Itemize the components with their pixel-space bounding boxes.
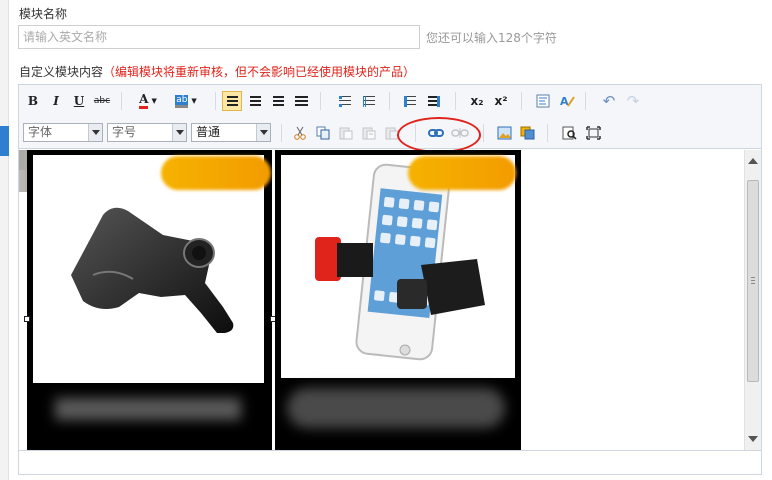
scroll-up-arrow-icon[interactable]	[748, 158, 758, 164]
indent-button[interactable]	[424, 91, 444, 111]
toolbar-separator	[320, 92, 321, 110]
font-size-select-value: 字号	[112, 125, 137, 139]
paste-icon	[339, 127, 353, 140]
numbered-list-icon	[363, 95, 375, 107]
font-family-select-value: 字体	[28, 125, 53, 139]
price-tag-badge	[408, 156, 516, 190]
outdent-button[interactable]	[400, 91, 420, 111]
scroll-down-arrow-icon[interactable]	[748, 436, 758, 442]
copy-button[interactable]	[313, 123, 333, 143]
toolbar-separator	[521, 92, 522, 110]
fullscreen-icon	[585, 126, 601, 140]
toolbar-separator	[455, 92, 456, 110]
bold-button[interactable]: B	[23, 91, 43, 111]
italic-button[interactable]: I	[46, 91, 66, 111]
toolbar-separator	[585, 92, 586, 110]
fullscreen-button[interactable]	[583, 123, 603, 143]
font-color-button[interactable]: A ▼	[132, 91, 164, 111]
review-warning: （编辑模块将重新审核，但不会影响已经使用模块的产品）	[103, 65, 416, 79]
editor-content-area[interactable]	[19, 150, 744, 450]
preview-icon	[562, 126, 577, 140]
chevron-down-icon	[88, 124, 102, 141]
left-panel-strip	[0, 0, 9, 480]
toolbar-separator	[281, 124, 282, 142]
font-family-select[interactable]: 字体	[23, 123, 103, 142]
editor-toolbar: B I U abc A ▼ ab ▼ x₂ x² A ↶ ↷ 字体 字号 普通	[19, 85, 761, 153]
highlight-color-button[interactable]: ab ▼	[170, 91, 202, 111]
font-color-icon: A	[139, 93, 149, 109]
clear-format-button[interactable]: A	[557, 91, 577, 111]
insert-gallery-button[interactable]	[517, 123, 537, 143]
gallery-icon	[520, 126, 534, 140]
custom-content-title: 自定义模块内容	[19, 65, 104, 79]
document-edit-icon	[536, 94, 550, 108]
paste-button[interactable]	[336, 123, 356, 143]
module-name-input[interactable]	[18, 25, 420, 49]
vertical-scrollbar[interactable]	[744, 150, 761, 450]
align-right-icon	[272, 95, 284, 107]
scroll-grip-icon	[751, 277, 755, 285]
rich-text-editor: B I U abc A ▼ ab ▼ x₂ x² A ↶ ↷ 字体 字号 普通	[18, 84, 762, 475]
align-center-icon	[249, 95, 261, 107]
align-left-icon	[226, 95, 238, 107]
scissors-icon	[294, 126, 306, 140]
blurred-product-title	[55, 398, 241, 420]
align-left-button[interactable]	[222, 91, 242, 111]
superscript-button[interactable]: x²	[491, 91, 511, 111]
editor-status-bar	[19, 450, 761, 474]
underline-button[interactable]: U	[69, 91, 89, 111]
svg-text:A: A	[560, 95, 569, 108]
chevron-down-icon: ▼	[151, 97, 157, 105]
price-tag-badge	[161, 156, 271, 190]
blurred-product-title	[287, 388, 505, 428]
align-justify-button[interactable]	[291, 91, 311, 111]
custom-content-label: 自定义模块内容（编辑模块将重新审核，但不会影响已经使用模块的产品）	[19, 63, 415, 80]
paste-text-button[interactable]	[359, 123, 379, 143]
image-icon	[497, 126, 511, 140]
indent-icon	[428, 95, 440, 107]
copy-icon	[316, 126, 330, 140]
highlight-ring-annotation	[397, 117, 481, 153]
paste-text-icon	[362, 127, 376, 140]
bullet-list-icon	[339, 95, 351, 107]
product-card[interactable]	[24, 150, 276, 450]
source-code-button[interactable]	[533, 91, 553, 111]
bullet-list-button[interactable]	[335, 91, 355, 111]
align-right-button[interactable]	[268, 91, 288, 111]
redo-icon: ↷	[626, 92, 640, 110]
outdent-icon	[404, 95, 416, 107]
paragraph-format-select[interactable]: 普通	[191, 123, 271, 142]
module-name-label: 模块名称	[19, 7, 68, 21]
paragraph-format-select-value: 普通	[196, 125, 221, 139]
toolbar-separator	[215, 92, 216, 110]
align-center-button[interactable]	[245, 91, 265, 111]
highlight-icon: ab	[175, 94, 189, 108]
preview-button[interactable]	[559, 123, 579, 143]
toolbar-separator	[483, 124, 484, 142]
resize-handle[interactable]	[24, 316, 30, 322]
char-count-hint: 您还可以输入128个字符	[426, 31, 557, 45]
left-panel-accent	[0, 126, 9, 156]
numbered-list-button[interactable]	[359, 91, 379, 111]
toolbar-separator	[547, 124, 548, 142]
toolbar-separator	[389, 92, 390, 110]
toolbar-separator	[121, 92, 122, 110]
redo-button[interactable]: ↷	[623, 91, 643, 111]
strikethrough-button[interactable]: abc	[92, 91, 112, 111]
subscript-button[interactable]: x₂	[467, 91, 487, 111]
product-card[interactable]	[275, 150, 521, 450]
scroll-thumb[interactable]	[747, 180, 759, 382]
undo-button[interactable]: ↶	[599, 91, 619, 111]
chevron-down-icon: ▼	[191, 97, 197, 105]
cut-button[interactable]	[290, 123, 310, 143]
font-size-select[interactable]: 字号	[107, 123, 187, 142]
insert-image-button[interactable]	[494, 123, 514, 143]
undo-icon: ↶	[602, 92, 616, 110]
align-justify-icon	[294, 95, 308, 107]
clear-format-icon: A	[560, 95, 575, 108]
chevron-down-icon	[172, 124, 186, 141]
chevron-down-icon	[256, 124, 270, 141]
